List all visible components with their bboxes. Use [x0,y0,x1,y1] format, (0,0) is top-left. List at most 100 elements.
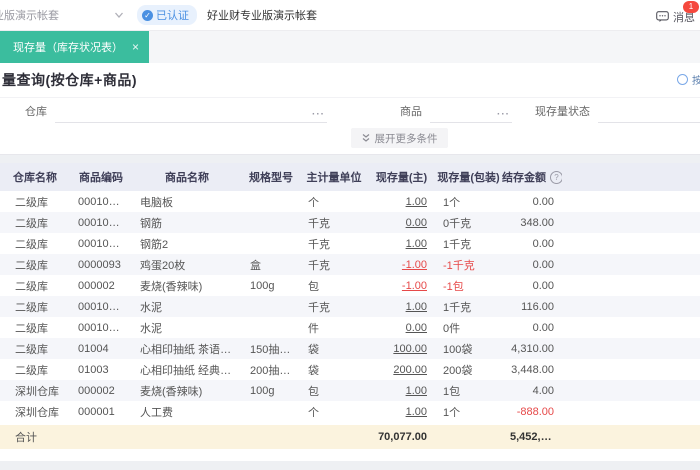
cell-filler [562,212,700,233]
warehouse-input[interactable]: ··· [55,102,327,123]
cell-filler [562,380,700,401]
message-bubble-icon [656,11,669,23]
table-row: 二级库 000002 麦烧(香辣味) 100g 包 -1.00 -1包 0.00 [0,275,700,296]
total-label: 合计 [0,422,70,449]
stock-status-label: 现存量状态 [535,106,590,118]
qty-main-link[interactable]: 1.00 [406,406,427,418]
column-header[interactable]: 仓库名称 [0,163,70,191]
qty-main-link[interactable]: 1.00 [406,196,427,208]
expand-row: 展开更多条件 [0,128,700,154]
column-header[interactable]: 规格型号 [242,163,300,191]
cell-qty-pack: -1千克 [443,259,475,272]
cell-qty-main: 1.00 [368,233,435,254]
column-header[interactable]: 结存金额? [502,163,562,191]
table-row: 深圳仓库 000002 麦烧(香辣味) 100g 包 1.00 1包 4.00 [0,380,700,401]
cell-filler [562,401,700,424]
cell-warehouse: 二级库 [15,238,48,251]
stock-status-input[interactable] [598,102,700,123]
cell-name: 鸡蛋20枚 [140,259,186,272]
cell-amount: 4,310.00 [511,342,554,355]
cell-unit: 千克 [308,217,330,230]
filter-warehouse: 仓库 ··· [25,102,327,123]
cell-filler [562,296,700,317]
cell-filler [562,233,700,254]
chevron-down-icon[interactable] [113,9,125,21]
cell-name: 水泥 [140,322,162,335]
expand-more-label: 展开更多条件 [374,132,438,145]
cell-name: 麦烧(香辣味) [140,280,203,293]
cell-name: 心相印抽纸 经典系列 [140,364,242,377]
product-label: 商品 [400,106,422,118]
cell-amount: 0.00 [532,321,554,334]
cell-unit: 包 [308,280,319,293]
ellipsis-picker-icon[interactable]: ··· [497,109,510,120]
cell-unit: 个 [308,406,319,419]
help-icon[interactable]: ? [550,171,562,184]
cell-filler [562,275,700,296]
cell-warehouse: 二级库 [15,364,48,377]
cell-qty-pack: 0千克 [443,217,472,230]
cell-amount: 0.00 [532,237,554,250]
expand-more-button[interactable]: 展开更多条件 [350,128,448,148]
cell-spec [242,317,300,338]
table-row: 二级库 00010005 电脑板 个 1.00 1个 0.00 [0,191,700,212]
cell-name: 麦烧(香辣味) [140,385,203,398]
cell-qty-main: 0.00 [368,317,435,338]
table-header-row: 仓库名称 商品编码 商品名称 规格型号 主计量单位 现存量(主) 现存量(包装) 结存金额? [0,163,700,191]
cell-qty-main: 100.00 [368,338,435,359]
ellipsis-picker-icon[interactable]: ··· [312,109,325,120]
query-panel: 量查询(按仓库+商品) 按相 仓库 ··· 商品 ··· 现存量状态 [0,63,700,155]
cell-code: 0000093 [78,258,121,271]
cell-warehouse: 二级库 [15,259,48,272]
cell-warehouse: 二级库 [15,217,48,230]
cell-amount: -888.00 [516,405,554,418]
cell-spec: 盒 [250,259,261,272]
column-header[interactable]: 商品编码 [70,163,132,191]
stock-table: 仓库名称 商品编码 商品名称 规格型号 主计量单位 现存量(主) 现存量(包装) 结存金额? … [0,163,700,449]
cell-amount: 0.00 [532,279,554,292]
cell-code: 000002 [78,279,115,292]
table-row: 深圳仓库 000001 人工费 个 1.00 1个 -888.00 [0,401,700,424]
column-header[interactable]: 现存量(主) [368,163,435,191]
cell-spec [242,296,300,317]
cell-qty-main: 1.00 [368,191,435,212]
cell-spec [242,212,300,233]
cell-unit: 包 [308,385,319,398]
column-header[interactable]: 商品名称 [132,163,242,191]
cell-qty-main: 200.00 [368,359,435,380]
cell-unit: 千克 [308,238,330,251]
cell-unit: 千克 [308,259,330,272]
qty-main-link[interactable]: 1.00 [406,385,427,397]
total-amount: 5,452,597.... [502,422,562,449]
cell-spec: 150抽*3包... [250,343,300,356]
cell-spec [242,401,300,424]
qty-main-link[interactable]: -1.00 [402,280,427,292]
cell-name: 心相印抽纸 茶语系列 ... [140,343,242,356]
account-switcher[interactable]: 业版演示帐套 [0,7,59,23]
qty-main-link[interactable]: 0.00 [406,217,427,229]
column-header[interactable]: 现存量(包装) [435,163,502,191]
close-icon[interactable]: × [132,40,139,54]
column-header[interactable]: 主计量单位 [300,163,368,191]
cell-unit: 袋 [308,364,319,377]
qty-main-link[interactable]: 100.00 [393,343,427,355]
cell-warehouse: 二级库 [15,196,48,209]
cell-qty-pack: 1千克 [443,301,472,314]
corner-link[interactable]: 按相 [677,72,700,87]
product-input[interactable]: ··· [430,102,512,123]
qty-main-link[interactable]: 1.00 [406,301,427,313]
app-window: 业版演示帐套 ✓ 已认证 好业财专业版演示帐套 消息 1 现存量（库存状况表） … [0,0,700,470]
qty-main-link[interactable]: 0.00 [406,322,427,334]
cell-amount: 4.00 [532,384,554,397]
cell-spec: 100g [250,384,275,397]
table-row: 二级库 00010003 钢筋2 千克 1.00 1千克 0.00 [0,233,700,254]
qty-main-link[interactable]: 200.00 [393,364,427,376]
qty-main-link[interactable]: 1.00 [406,238,427,250]
cell-filler [562,191,700,212]
warehouse-label: 仓库 [25,106,47,118]
tab-current-stock[interactable]: 现存量（库存状况表） × [0,31,150,63]
messages-button[interactable]: 消息 1 [656,1,699,25]
qty-main-link[interactable]: -1.00 [402,259,427,271]
cell-filler [562,338,700,359]
